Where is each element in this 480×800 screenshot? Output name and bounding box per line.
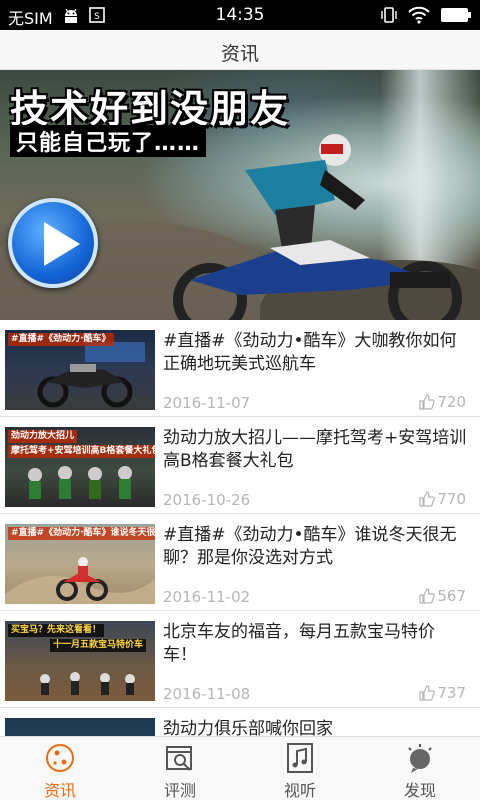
news-thumbnail: 买宝马？先来这看看！ 十一月五款宝马特价车	[5, 621, 155, 701]
news-thumbnail: #直播#《劲动力·酷车》谁说冬天很无聊	[5, 524, 155, 604]
like-number: 770	[437, 490, 466, 508]
like-count[interactable]: 770	[419, 490, 466, 508]
like-count[interactable]: 737	[419, 684, 466, 702]
like-count[interactable]: 567	[419, 587, 466, 605]
thumb-caption-2: 摩托驾考+安驾培训高B格套餐大礼包	[8, 445, 155, 458]
news-date: 2016-11-08	[163, 685, 251, 703]
news-item[interactable]: #直播#《劲动力·酷车》谁说冬天很无聊 #直播#《劲动力•酷车》谁说冬天很无聊？…	[0, 514, 480, 611]
play-icon	[44, 222, 80, 266]
wifi-icon	[408, 6, 430, 28]
thumb-caption: #直播#《劲动力·酷车》	[8, 333, 114, 346]
thumbs-up-icon	[419, 491, 436, 507]
tab-label: 视听	[283, 781, 316, 800]
tab-review[interactable]: 评测	[120, 737, 240, 800]
news-item[interactable]: 劲动力俱乐部喊你回家	[0, 708, 480, 736]
play-button[interactable]	[8, 198, 98, 288]
status-right	[380, 6, 472, 28]
page-title: 资讯	[220, 43, 259, 65]
motorcycle-figure	[173, 240, 462, 320]
news-title: 北京车友的福音，每月五款宝马特价车！	[163, 622, 435, 665]
news-date: 2016-10-26	[163, 491, 251, 509]
thumb-caption: 买宝马？先来这看看！	[8, 624, 105, 637]
tab-label: 资讯	[43, 781, 76, 800]
music-icon	[287, 743, 313, 773]
banner-subline: 只能自己玩了……	[10, 125, 207, 157]
bottom-tab-bar: 资讯 评测 视听 发现	[0, 736, 480, 800]
thumbs-up-icon	[419, 685, 436, 701]
news-thumbnail: #直播#《劲动力·酷车》	[5, 330, 155, 410]
tab-label: 发现	[403, 781, 436, 800]
like-number: 737	[437, 684, 466, 702]
news-icon	[46, 744, 74, 772]
news-thumbnail	[5, 718, 155, 736]
thumb-caption: #直播#《劲动力·酷车》谁说冬天很无聊	[8, 527, 155, 540]
news-thumbnail: 劲动力放大招儿 摩托驾考+安驾培训高B格套餐大礼包	[5, 427, 155, 507]
like-number: 567	[437, 587, 466, 605]
like-number: 720	[437, 393, 466, 411]
news-title: #直播#《劲动力•酷车》谁说冬天很无聊？那是你没选对方式	[163, 525, 457, 568]
news-title: #直播#《劲动力•酷车》大咖教你如何正确地玩美式巡航车	[163, 331, 457, 374]
thumbs-up-icon	[419, 394, 436, 410]
thumbs-up-icon	[419, 588, 436, 604]
news-title: 劲动力放大招儿——摩托驾考+安驾培训高B格套餐大礼包	[163, 428, 467, 471]
news-date: 2016-11-02	[163, 588, 251, 606]
news-list[interactable]: #直播#《劲动力·酷车》 #直播#《劲动力•酷车》大咖教你如何正确地玩美式巡航车…	[0, 320, 480, 736]
tab-discover[interactable]: 发现	[360, 737, 480, 800]
news-item[interactable]: #直播#《劲动力·酷车》 #直播#《劲动力•酷车》大咖教你如何正确地玩美式巡航车…	[0, 320, 480, 417]
tab-label: 评测	[163, 781, 196, 800]
news-date: 2016-11-07	[163, 394, 251, 412]
review-icon	[166, 746, 192, 771]
status-bar: 无SIM S 14:35	[0, 0, 480, 30]
vibrate-icon	[380, 6, 398, 28]
discover-icon	[408, 744, 432, 773]
banner-carousel[interactable]: 技术好到没朋友 只能自己玩了……	[0, 70, 480, 320]
like-count[interactable]: 720	[419, 393, 466, 411]
title-bar: 资讯	[0, 30, 480, 70]
news-item[interactable]: 买宝马？先来这看看！ 十一月五款宝马特价车 北京车友的福音，每月五款宝马特价车！…	[0, 611, 480, 708]
news-title: 劲动力俱乐部喊你回家	[163, 719, 333, 736]
thumb-caption: 劲动力放大招儿	[8, 430, 78, 443]
news-item[interactable]: 劲动力放大招儿 摩托驾考+安驾培训高B格套餐大礼包 劲动力放大招儿——摩托驾考+…	[0, 417, 480, 514]
tab-media[interactable]: 视听	[240, 737, 360, 800]
tab-news[interactable]: 资讯	[0, 737, 120, 800]
battery-icon	[440, 7, 472, 27]
thumb-caption-2: 十一月五款宝马特价车	[50, 639, 147, 652]
